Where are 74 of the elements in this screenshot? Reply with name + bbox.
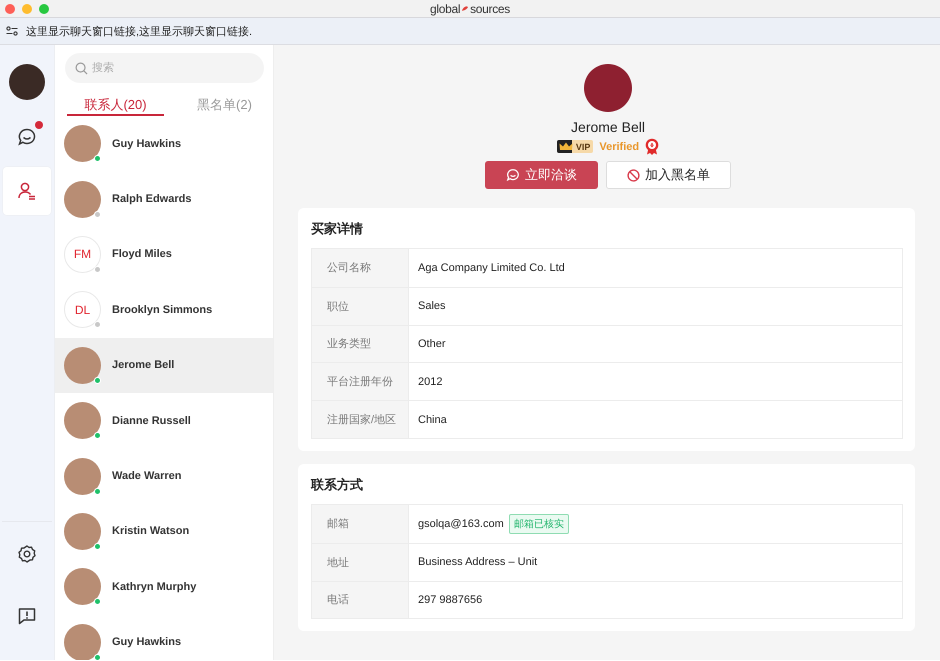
award-ribbon-icon <box>645 138 660 155</box>
contact-name: Ralph Edwards <box>112 193 192 206</box>
avatar-placeholder <box>64 512 101 550</box>
avatar-placeholder <box>64 346 101 384</box>
logo-text: sources <box>470 2 510 16</box>
section-title: 联系方式 <box>311 476 364 494</box>
avatar-placeholder <box>64 402 101 440</box>
field-label: 职位 <box>312 288 409 325</box>
contact-item[interactable]: DL Brooklyn Simmons <box>55 282 273 338</box>
field-value: 297 9887656 <box>418 594 482 606</box>
field-value: Sales <box>418 300 446 312</box>
tab[interactable]: 联系人(20) <box>67 93 164 116</box>
field-value: China <box>418 414 447 426</box>
contact-name: Guy Hawkins <box>112 138 182 150</box>
contact-item[interactable]: FM Floyd Miles <box>55 226 273 282</box>
avatar-placeholder <box>64 624 101 660</box>
initials-avatar: DL <box>64 291 101 328</box>
person-list-icon <box>17 181 37 201</box>
avatar-placeholder <box>64 458 101 495</box>
user-avatar[interactable] <box>9 64 45 100</box>
section-title: 买家详情 <box>311 220 364 238</box>
field-label: 地址 <box>312 544 409 581</box>
contact-item[interactable]: Jerome Bell <box>55 338 273 393</box>
sliders-icon <box>6 26 18 36</box>
contact-name: Brooklyn Simmons <box>112 304 212 316</box>
contact-name: Guy Hawkins <box>112 636 182 648</box>
contact-item[interactable]: Guy Hawkins <box>55 116 273 172</box>
chat-button[interactable]: 立即洽谈 <box>485 161 598 189</box>
contact-item[interactable]: Kathryn Murphy <box>55 559 273 615</box>
field-value: Aga Company Limited Co. Ltd <box>418 262 565 274</box>
block-button[interactable]: 加入黑名单 <box>606 161 731 189</box>
field-label: 平台注册年份 <box>312 363 409 400</box>
swoosh-icon <box>461 5 470 13</box>
chat-bubble-icon <box>17 127 37 147</box>
field-label: 业务类型 <box>312 326 409 362</box>
close-button[interactable] <box>5 4 15 14</box>
contact-name: Floyd Miles <box>112 248 172 260</box>
chat-link-text: 这里显示聊天窗口链接,这里显示聊天窗口链接. <box>26 24 252 38</box>
vip-badge: VIP <box>556 140 594 153</box>
contact-item[interactable]: Dianne Russell <box>55 392 273 448</box>
field-value: Other <box>418 338 446 350</box>
field-value: 2012 <box>418 376 442 388</box>
contact-name: Kathryn Murphy <box>112 580 196 593</box>
avatar-placeholder <box>64 125 101 162</box>
field-label: 邮箱 <box>312 504 409 543</box>
contact-item[interactable]: Ralph Edwards <box>55 171 273 227</box>
search-field[interactable]: 搜索 <box>65 53 264 83</box>
contact-name: Jerome Bell <box>571 119 645 135</box>
logo-text: global <box>430 2 460 16</box>
feedback-icon <box>17 606 37 626</box>
avatar-placeholder <box>584 64 632 112</box>
nav-button[interactable] <box>3 167 51 215</box>
verified-tag: 邮箱已核实 <box>508 514 569 534</box>
contact-name: Jerome Bell <box>112 359 174 372</box>
verified-label: Verified <box>599 140 640 152</box>
contact-item[interactable]: Wade Warren <box>55 448 273 504</box>
chat-bubble-icon <box>506 168 520 182</box>
field-value: gsolqa@163.com <box>418 518 504 530</box>
avatar-placeholder <box>64 180 101 218</box>
prohibited-icon <box>627 168 640 182</box>
avatar-placeholder <box>64 568 101 606</box>
contact-item[interactable]: Kristin Watson <box>55 504 273 560</box>
search-icon <box>75 62 88 75</box>
field-label: 公司名称 <box>312 249 409 287</box>
field-label: 注册国家/地区 <box>312 401 409 438</box>
contact-name: Kristin Watson <box>112 525 190 538</box>
field-label: 电话 <box>312 582 409 618</box>
crown-icon <box>558 142 573 151</box>
initials-avatar: FM <box>64 236 101 273</box>
contact-item[interactable]: Guy Hawkins <box>55 614 273 660</box>
settings-icon <box>17 544 37 564</box>
contact-name: Wade Warren <box>112 470 182 482</box>
field-value: Business Address – Unit <box>418 556 538 568</box>
contact-name: Dianne Russell <box>112 414 191 427</box>
